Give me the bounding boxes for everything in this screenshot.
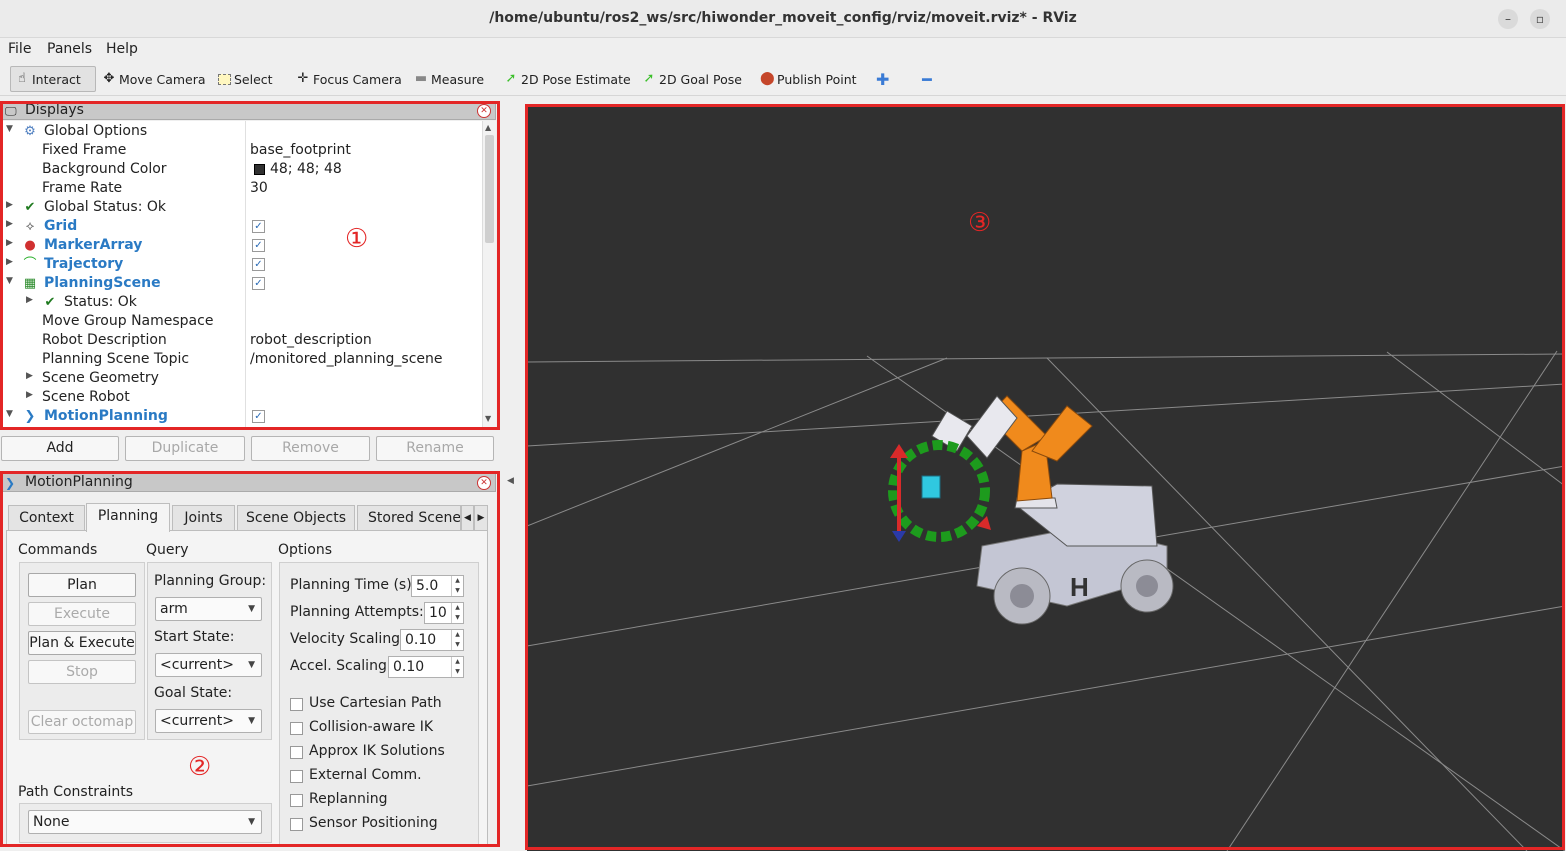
add-tool-button[interactable]: ✚	[872, 66, 893, 92]
window-title: /home/ubuntu/ros2_ws/src/hiwonder_moveit…	[489, 10, 1077, 26]
annotation-box-3	[525, 104, 1565, 850]
pose-estimate-tool[interactable]: ➚ 2D Pose Estimate	[500, 66, 635, 92]
maximize-button[interactable]: ▫	[1530, 9, 1550, 29]
add-display-button[interactable]: Add	[1, 436, 119, 461]
focus-camera-tool[interactable]: ✛ Focus Camera	[292, 66, 406, 92]
tab-planning[interactable]: Planning	[86, 503, 170, 532]
menu-file[interactable]: File	[8, 41, 31, 57]
move-camera-label: Move Camera	[119, 71, 206, 87]
pose-estimate-label: 2D Pose Estimate	[521, 71, 631, 87]
select-label: Select	[234, 71, 273, 87]
green-arrow-icon: ➚	[505, 71, 517, 86]
annotation-box-1	[0, 101, 500, 430]
publish-point-tool[interactable]: ⬤ Publish Point	[756, 66, 861, 92]
move-camera-icon: ✥	[103, 71, 115, 86]
goal-pose-label: 2D Goal Pose	[659, 71, 742, 87]
annotation-label-1: ①	[345, 224, 369, 254]
ruler-icon: ▬	[414, 71, 428, 86]
interact-tool[interactable]: ☝ Interact	[10, 66, 96, 92]
select-box-icon	[218, 73, 231, 85]
hand-pointer-icon: ☝	[18, 71, 26, 86]
menu-panels[interactable]: Panels	[47, 41, 92, 57]
measure-label: Measure	[431, 71, 485, 87]
annotation-label-2: ②	[188, 752, 212, 782]
minimize-button[interactable]: –	[1498, 9, 1518, 29]
annotation-box-2	[0, 471, 500, 847]
minus-icon: ━	[922, 69, 932, 89]
map-pin-icon: ⬤	[760, 71, 775, 86]
splitter-collapse-icon[interactable]: ◀	[507, 476, 514, 486]
interact-label: Interact	[32, 71, 81, 87]
focus-camera-label: Focus Camera	[313, 71, 402, 87]
menu-bar: File Panels Help	[0, 38, 1566, 62]
move-camera-tool[interactable]: ✥ Move Camera	[98, 66, 210, 92]
rename-display-button[interactable]: Rename	[376, 436, 494, 461]
title-bar: /home/ubuntu/ros2_ws/src/hiwonder_moveit…	[0, 0, 1566, 38]
remove-display-button[interactable]: Remove	[251, 436, 370, 461]
goal-pose-tool[interactable]: ➚ 2D Goal Pose	[638, 66, 746, 92]
focus-camera-icon: ✛	[297, 71, 309, 86]
annotation-label-3: ③	[968, 208, 992, 238]
green-arrow-icon: ➚	[643, 71, 655, 86]
select-tool[interactable]: Select	[214, 66, 277, 92]
publish-point-label: Publish Point	[777, 71, 857, 87]
plus-icon: ✚	[876, 69, 890, 89]
measure-tool[interactable]: ▬ Measure	[410, 66, 488, 92]
duplicate-display-button[interactable]: Duplicate	[125, 436, 245, 461]
toolbar: ☝ Interact ✥ Move Camera Select ✛ Focus …	[0, 62, 1566, 96]
menu-help[interactable]: Help	[106, 41, 138, 57]
remove-tool-button[interactable]: ━	[918, 66, 936, 92]
